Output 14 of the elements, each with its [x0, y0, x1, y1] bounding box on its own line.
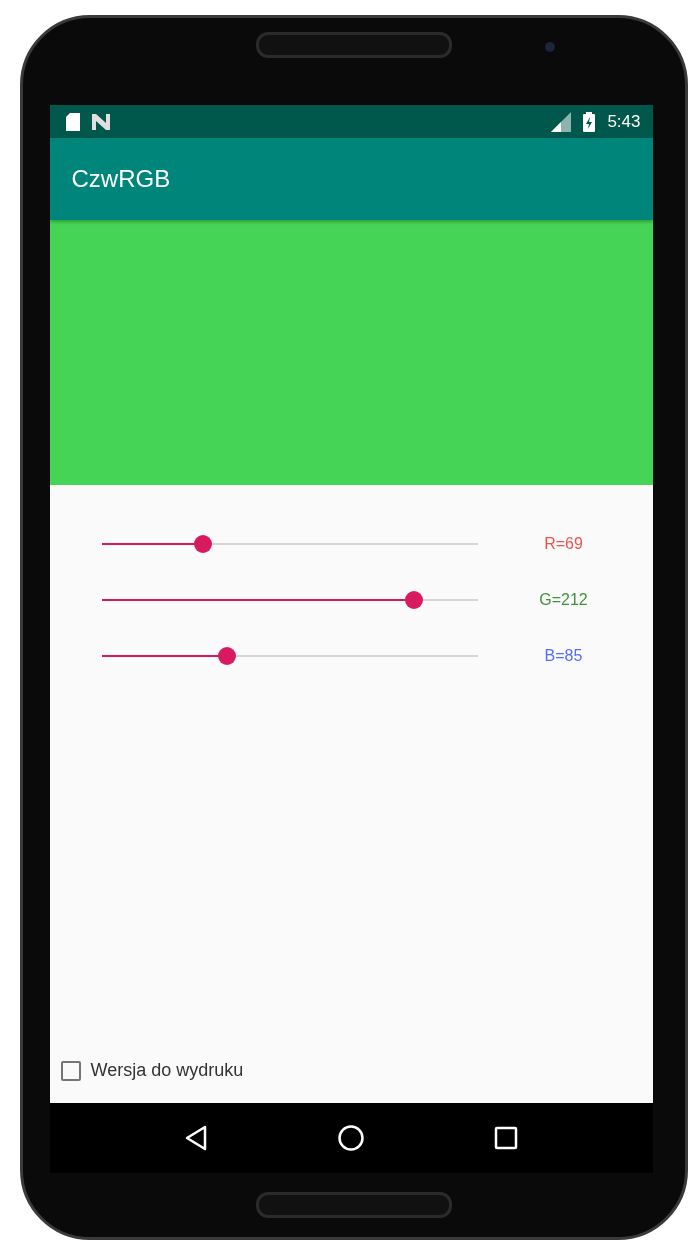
slider-thumb[interactable] — [217, 647, 236, 665]
n-logo-icon — [91, 113, 110, 130]
app-title: CzwRGB — [71, 165, 171, 193]
value-label: G=212 — [538, 591, 589, 609]
camera-lens — [545, 42, 555, 52]
checkbox-label: Wersja do wydruku — [90, 1060, 244, 1081]
value-label: R=69 — [543, 535, 584, 553]
sd-card-icon — [65, 112, 80, 131]
status-time: 5:43 — [607, 111, 641, 132]
slider-thumb[interactable] — [405, 591, 424, 609]
checkbox[interactable] — [60, 1060, 81, 1081]
slider-thumb[interactable] — [194, 535, 213, 553]
battery-icon — [583, 111, 596, 132]
value-label: B=85 — [543, 647, 584, 665]
